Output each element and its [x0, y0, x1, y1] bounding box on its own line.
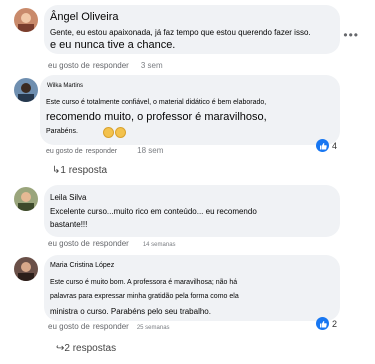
comment-author[interactable]: Ângel Oliveira — [50, 11, 118, 23]
clapping-hands-icon — [115, 127, 126, 138]
comment-text: Este curso é muito bom. A professora é m… — [50, 279, 238, 286]
reply-link[interactable]: responder — [93, 239, 129, 248]
comment-time: 18 sem — [137, 146, 164, 155]
comment-text: Parabéns. — [46, 128, 78, 135]
comment-actions: eu gosto de responder 14 semanas — [48, 239, 188, 248]
comment-time: 25 semanas — [136, 325, 170, 331]
replies-label: 1 resposta — [60, 165, 108, 176]
comment-text: recomendo muito, o professor é maravilho… — [46, 111, 267, 123]
like-link[interactable]: eu gosto de — [48, 239, 90, 248]
comment-actions: eu gosto de responder 18 sem — [46, 146, 175, 155]
comment-time: 14 semanas — [142, 242, 176, 248]
comment-author[interactable]: Wilka Martins — [47, 83, 83, 89]
reply-link[interactable]: responder — [86, 148, 118, 155]
comment-actions: eu gosto de responder 3 sem — [48, 61, 175, 70]
comment-actions: eu gosto de responder 25 semanas — [48, 322, 182, 331]
reactions[interactable]: 2 — [316, 317, 337, 330]
comment-text: ministra o curso. Parabéns pelo seu trab… — [50, 307, 211, 316]
avatar[interactable] — [14, 8, 38, 32]
view-replies-link[interactable]: ↳1 resposta — [52, 165, 107, 176]
comment-author[interactable]: Maria Cristina López — [50, 262, 114, 269]
reaction-count: 4 — [332, 140, 338, 151]
comment-text: bastante!!! — [50, 220, 88, 229]
view-replies-link[interactable]: ↪2 respostas — [56, 343, 116, 354]
more-options-icon[interactable]: ••• — [343, 28, 359, 42]
like-icon — [316, 317, 329, 330]
reply-link[interactable]: responder — [93, 61, 129, 70]
reply-link[interactable]: responder — [93, 322, 129, 331]
comment-text: e eu nunca tive a chance. — [50, 39, 176, 51]
comment-text: palavras para expressar minha gratidão p… — [50, 293, 239, 300]
like-link[interactable]: eu gosto de — [48, 322, 90, 331]
comment-time: 3 sem — [140, 61, 163, 70]
like-icon — [316, 139, 329, 152]
like-link[interactable]: eu gosto de — [46, 148, 83, 155]
avatar[interactable] — [14, 257, 38, 281]
like-link[interactable]: eu gosto de — [48, 61, 90, 70]
comment-text: Este curso é totalmente confiável, o mat… — [46, 99, 267, 106]
comment-author[interactable]: Leila Silva — [50, 193, 86, 202]
reaction-count: 2 — [332, 318, 338, 329]
avatar[interactable] — [14, 187, 38, 211]
clapping-hands-icon — [103, 127, 114, 138]
reactions[interactable]: 4 — [316, 139, 337, 152]
avatar[interactable] — [14, 78, 38, 102]
replies-label: 2 respostas — [64, 343, 117, 354]
